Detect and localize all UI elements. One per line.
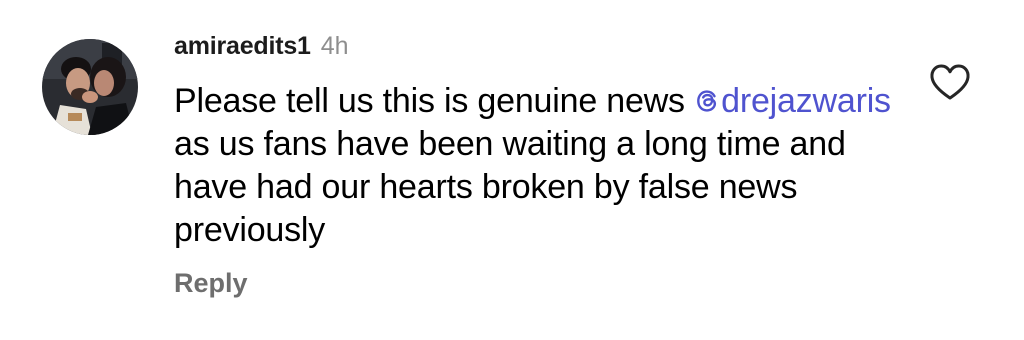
heart-outline-icon: [930, 64, 970, 100]
like-button[interactable]: [928, 62, 972, 102]
timestamp: 4h: [320, 32, 349, 60]
comment-item: amiraedits1 4h Please tell us this is ge…: [0, 0, 1024, 340]
mention-handle: drejazwaris: [721, 82, 891, 120]
comment-header: amiraedits1 4h: [174, 32, 894, 68]
threads-at-icon: [697, 90, 717, 112]
reply-button[interactable]: Reply: [174, 268, 248, 299]
mention-link[interactable]: drejazwaris: [694, 82, 891, 120]
avatar-image: [42, 39, 138, 135]
comment-text-before: Please tell us this is genuine news: [174, 82, 695, 120]
comment-text: Please tell us this is genuine news drej…: [174, 80, 894, 252]
avatar[interactable]: [42, 39, 138, 135]
username[interactable]: amiraedits1: [174, 32, 311, 61]
comment-text-after: as us fans have been waiting a long time…: [174, 125, 846, 249]
comment-body: amiraedits1 4h Please tell us this is ge…: [174, 32, 894, 299]
